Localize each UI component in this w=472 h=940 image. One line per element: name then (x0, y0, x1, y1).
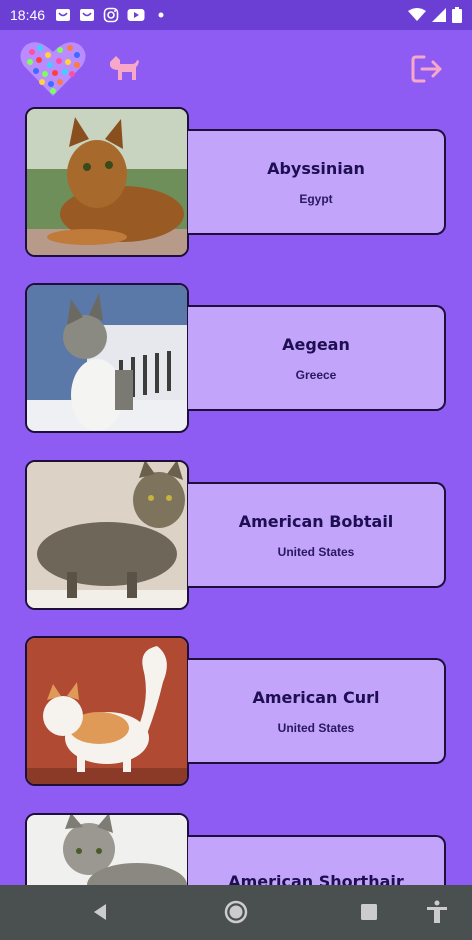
breed-photo (25, 107, 189, 257)
breed-name: Abyssinian (267, 158, 365, 178)
breed-photo (25, 636, 189, 786)
status-time: 18:46 (10, 7, 46, 23)
breed-origin: Egypt (299, 191, 333, 206)
breed-info[interactable]: American Curl United States (188, 658, 446, 764)
recents-icon[interactable] (356, 899, 382, 925)
breed-info[interactable]: American Shorthair (188, 835, 446, 885)
breed-card[interactable]: American Shorthair (25, 813, 450, 885)
shopping-bag-icon (56, 9, 71, 21)
breed-list[interactable]: Abyssinian Egypt Aegean Greece American … (0, 105, 472, 885)
breed-name: American Curl (252, 687, 380, 707)
dog-icon[interactable] (106, 52, 140, 82)
home-icon[interactable] (223, 899, 249, 925)
accessibility-icon[interactable] (424, 899, 450, 925)
breed-name: American Shorthair (228, 871, 404, 886)
wifi-icon (408, 8, 426, 21)
shopping-bag-icon (80, 9, 95, 21)
youtube-icon (127, 9, 145, 21)
breed-photo (25, 460, 189, 610)
breed-info[interactable]: Aegean Greece (188, 305, 446, 411)
paw-heart-logo (20, 42, 86, 96)
breed-card[interactable]: American Bobtail United States (25, 460, 450, 612)
breed-photo (25, 813, 189, 885)
breed-origin: United States (277, 544, 355, 559)
app-header (0, 30, 472, 105)
breed-card[interactable]: American Curl United States (25, 636, 450, 788)
breed-name: Aegean (282, 334, 350, 354)
system-navbar (0, 885, 472, 940)
logout-icon[interactable] (410, 54, 444, 84)
status-bar: 18:46 (0, 0, 472, 30)
breed-card[interactable]: Abyssinian Egypt (25, 107, 450, 259)
breed-card[interactable]: Aegean Greece (25, 283, 450, 435)
breed-name: American Bobtail (238, 511, 394, 531)
breed-photo (25, 283, 189, 433)
instagram-icon (103, 7, 119, 23)
breed-info[interactable]: American Bobtail United States (188, 482, 446, 588)
breed-origin: United States (277, 720, 355, 735)
dot-icon (158, 12, 164, 18)
battery-icon (452, 7, 462, 23)
signal-icon (432, 8, 446, 22)
breed-info[interactable]: Abyssinian Egypt (188, 129, 446, 235)
back-icon[interactable] (88, 899, 114, 925)
breed-origin: Greece (295, 367, 337, 382)
